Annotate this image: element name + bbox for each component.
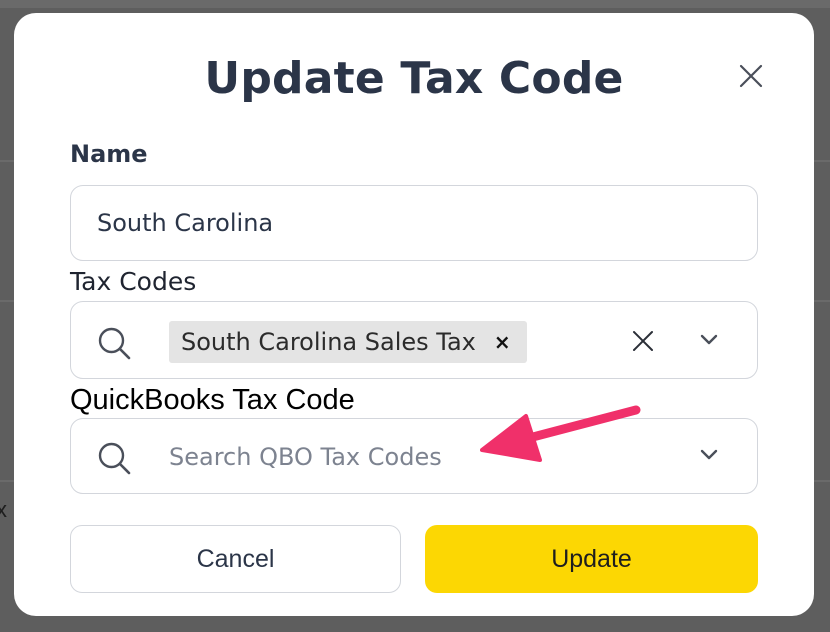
name-label: Name	[70, 140, 148, 168]
chip-remove-button[interactable]: ×	[494, 330, 511, 354]
search-icon	[98, 442, 131, 475]
close-icon	[739, 64, 763, 88]
dialog-title: Update Tax Code	[204, 53, 624, 104]
tax-codes-label: Tax Codes	[70, 267, 197, 296]
chevron-down-icon[interactable]	[699, 333, 719, 347]
clear-icon[interactable]	[631, 329, 655, 353]
quickbooks-tax-code-label: QuickBooks Tax Code	[70, 384, 355, 416]
tax-codes-select[interactable]: South Carolina Sales Tax ×	[70, 301, 758, 379]
quickbooks-tax-code-select[interactable]	[70, 418, 758, 495]
search-icon	[98, 327, 131, 360]
update-tax-code-dialog: Update Tax Code Name Tax Codes South Car…	[14, 13, 814, 616]
background-band	[0, 0, 830, 8]
annotation-arrow-icon	[480, 405, 641, 462]
chevron-down-icon[interactable]	[699, 448, 719, 462]
cancel-button[interactable]: Cancel	[70, 525, 401, 593]
name-input[interactable]	[70, 185, 758, 261]
chip-label: South Carolina Sales Tax	[181, 328, 476, 356]
update-button[interactable]: Update	[425, 525, 758, 593]
selected-tax-code-chip: South Carolina Sales Tax ×	[169, 321, 527, 363]
background-partial-text: x	[0, 497, 7, 522]
close-button[interactable]	[737, 62, 765, 90]
